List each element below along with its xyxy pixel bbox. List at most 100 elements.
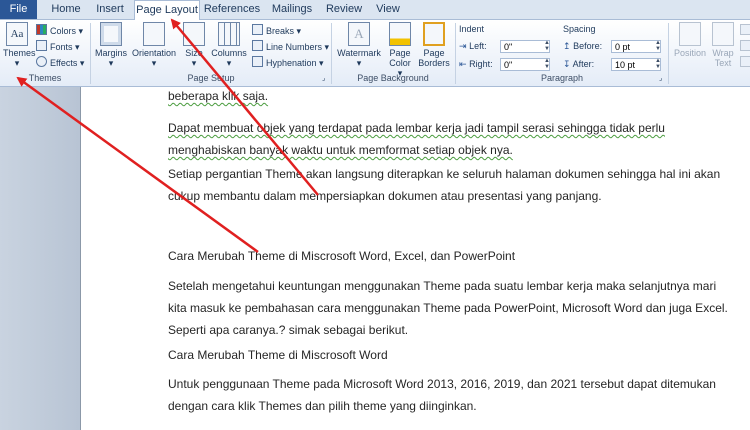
- paragraph-2-line-2: cukup membantu dalam mempersiapkan dokum…: [168, 189, 602, 203]
- tab-review[interactable]: Review: [324, 0, 364, 19]
- spacing-before-icon: ↥: [563, 41, 571, 51]
- themes-button[interactable]: Aa Themes ▾: [3, 22, 36, 68]
- document-page[interactable]: beberapa klik saja. Dapat membuat objek …: [80, 87, 750, 430]
- indent-left-icon: ⇥: [459, 41, 467, 51]
- effects-icon: [36, 56, 47, 67]
- group-separator: [90, 23, 91, 84]
- watermark-button[interactable]: A Watermark ▾: [337, 22, 381, 68]
- tab-home[interactable]: Home: [44, 0, 88, 19]
- paragraph-1-line-1: Dapat membuat objek yang terdapat pada l…: [168, 121, 665, 135]
- hyphenation-button[interactable]: Hyphenation ▾: [252, 56, 324, 69]
- hyphenation-label: Hyphenation: [266, 58, 317, 68]
- line-numbers-button[interactable]: Line Numbers ▾: [252, 40, 329, 53]
- indent-left-text: Left:: [469, 41, 487, 51]
- spacing-after-spinner[interactable]: ▲ ▼: [655, 58, 661, 70]
- page-color-button[interactable]: Page Color ▾: [385, 22, 415, 78]
- spacing-after-input[interactable]: 10 pt: [611, 58, 661, 71]
- line-numbers-icon: [252, 40, 263, 51]
- size-label: Size: [185, 48, 203, 58]
- spacing-heading: Spacing: [563, 24, 596, 34]
- effects-label: Effects: [50, 58, 78, 68]
- dropdown-arrow-icon: ▾: [14, 58, 20, 68]
- tab-references[interactable]: References: [203, 0, 261, 19]
- paragraph-0-text: beberapa klik saja.: [168, 89, 269, 103]
- themes-icon: Aa: [6, 22, 28, 46]
- page-borders-label: Page Borders: [418, 48, 450, 68]
- orientation-button[interactable]: Orientation ▾: [130, 22, 178, 68]
- breaks-label: Breaks: [266, 26, 295, 36]
- indent-heading: Indent: [459, 24, 485, 34]
- colors-label: Colors: [50, 26, 77, 36]
- indent-right-icon: ⇤: [459, 59, 467, 69]
- indent-left-spinner[interactable]: ▲ ▼: [544, 40, 550, 52]
- tab-insert[interactable]: Insert: [90, 0, 130, 19]
- spacing-before-spinner[interactable]: ▲ ▼: [655, 40, 661, 52]
- page-borders-button[interactable]: Page Borders: [417, 22, 451, 68]
- orientation-label: Orientation: [131, 48, 177, 58]
- selection-pane-icon[interactable]: [740, 56, 750, 69]
- tab-mailings[interactable]: Mailings: [266, 0, 318, 19]
- paragraph-4-line-2: dengan cara klik Themes dan pilih theme …: [168, 399, 477, 413]
- indent-left-input[interactable]: 0": [500, 40, 550, 53]
- columns-icon: [218, 22, 240, 46]
- tab-view[interactable]: View: [370, 0, 406, 19]
- watermark-label: Watermark: [337, 48, 381, 58]
- paragraph-3-line-2: kita masuk ke pembahasan cara menggunaka…: [168, 301, 728, 315]
- tab-file[interactable]: File: [0, 0, 37, 19]
- group-separator: [455, 23, 456, 84]
- paragraph-launcher-icon[interactable]: ⌟: [659, 72, 662, 85]
- margins-icon: [100, 22, 122, 46]
- indent-right-spinner[interactable]: ▲ ▼: [544, 58, 550, 70]
- fonts-button[interactable]: Fonts ▾: [36, 40, 80, 53]
- paragraph-3-line-3: Seperti apa caranya.? simak sebagai beri…: [168, 323, 409, 337]
- ribbon: Aa Themes ▾ Colors ▾ Fonts ▾ Effects ▾ T…: [0, 20, 750, 87]
- fonts-label: Fonts: [50, 42, 73, 52]
- spacing-before-text: Before:: [573, 41, 603, 51]
- breaks-button[interactable]: Breaks ▾: [252, 24, 301, 37]
- fonts-icon: [36, 40, 47, 51]
- paragraph-1: Dapat membuat objek yang terdapat pada l…: [168, 117, 748, 161]
- watermark-icon: A: [348, 22, 370, 46]
- group-label-themes: Themes: [28, 73, 62, 83]
- columns-label: Columns: [211, 48, 247, 58]
- indent-left-label: ⇥ Left:: [459, 41, 487, 52]
- colors-button[interactable]: Colors ▾: [36, 24, 83, 37]
- spacing-before-label: ↥ Before:: [563, 41, 602, 52]
- themes-button-label: Themes: [3, 48, 36, 58]
- columns-button[interactable]: Columns ▾: [210, 22, 248, 68]
- paragraph-1-line-2: menghabiskan banyak waktu untuk memforma…: [168, 143, 513, 157]
- page-color-label: Page Color: [389, 48, 411, 68]
- paragraph-2-line-1: Setiap pergantian Theme akan langsung di…: [168, 167, 721, 181]
- indent-right-input[interactable]: 0": [500, 58, 550, 71]
- effects-button[interactable]: Effects ▾: [36, 56, 84, 69]
- breaks-icon: [252, 24, 263, 35]
- send-backward-icon[interactable]: [740, 40, 750, 53]
- group-label-paragraph: Paragraph: [540, 73, 584, 83]
- orientation-icon: [143, 22, 165, 46]
- colors-icon: [36, 24, 47, 35]
- page-setup-launcher-icon[interactable]: ⌟: [322, 72, 325, 85]
- ribbon-tab-bar: File Home Insert Page Layout References …: [0, 0, 750, 21]
- paragraph-0: beberapa klik saja.: [168, 87, 748, 107]
- margins-label: Margins: [94, 48, 127, 58]
- size-icon: [183, 22, 205, 46]
- position-button[interactable]: Position: [672, 22, 708, 58]
- spacing-after-text: After:: [572, 59, 595, 69]
- tab-page-layout[interactable]: Page Layout: [134, 0, 200, 21]
- wrap-text-icon: [712, 22, 734, 46]
- indent-right-text: Right:: [469, 59, 493, 69]
- dropdown-arrow-icon: ▾: [191, 58, 197, 68]
- position-icon: [679, 22, 701, 46]
- dropdown-arrow-icon: ▾: [226, 58, 232, 68]
- group-separator: [331, 23, 332, 84]
- wrap-text-button[interactable]: Wrap Text: [709, 22, 737, 68]
- size-button[interactable]: Size ▾: [180, 22, 208, 68]
- paragraph-4-line-1: Untuk penggunaan Theme pada Microsoft Wo…: [168, 377, 716, 391]
- margins-button[interactable]: Margins ▾: [94, 22, 128, 68]
- heading-2: Cara Merubah Theme di Miscrosoft Word: [168, 348, 388, 362]
- document-background-left: [0, 87, 80, 430]
- spacing-after-icon: ↧: [563, 59, 571, 69]
- spacing-before-input[interactable]: 0 pt: [611, 40, 661, 53]
- bring-forward-icon[interactable]: [740, 24, 750, 37]
- wrap-text-label: Wrap Text: [712, 48, 734, 68]
